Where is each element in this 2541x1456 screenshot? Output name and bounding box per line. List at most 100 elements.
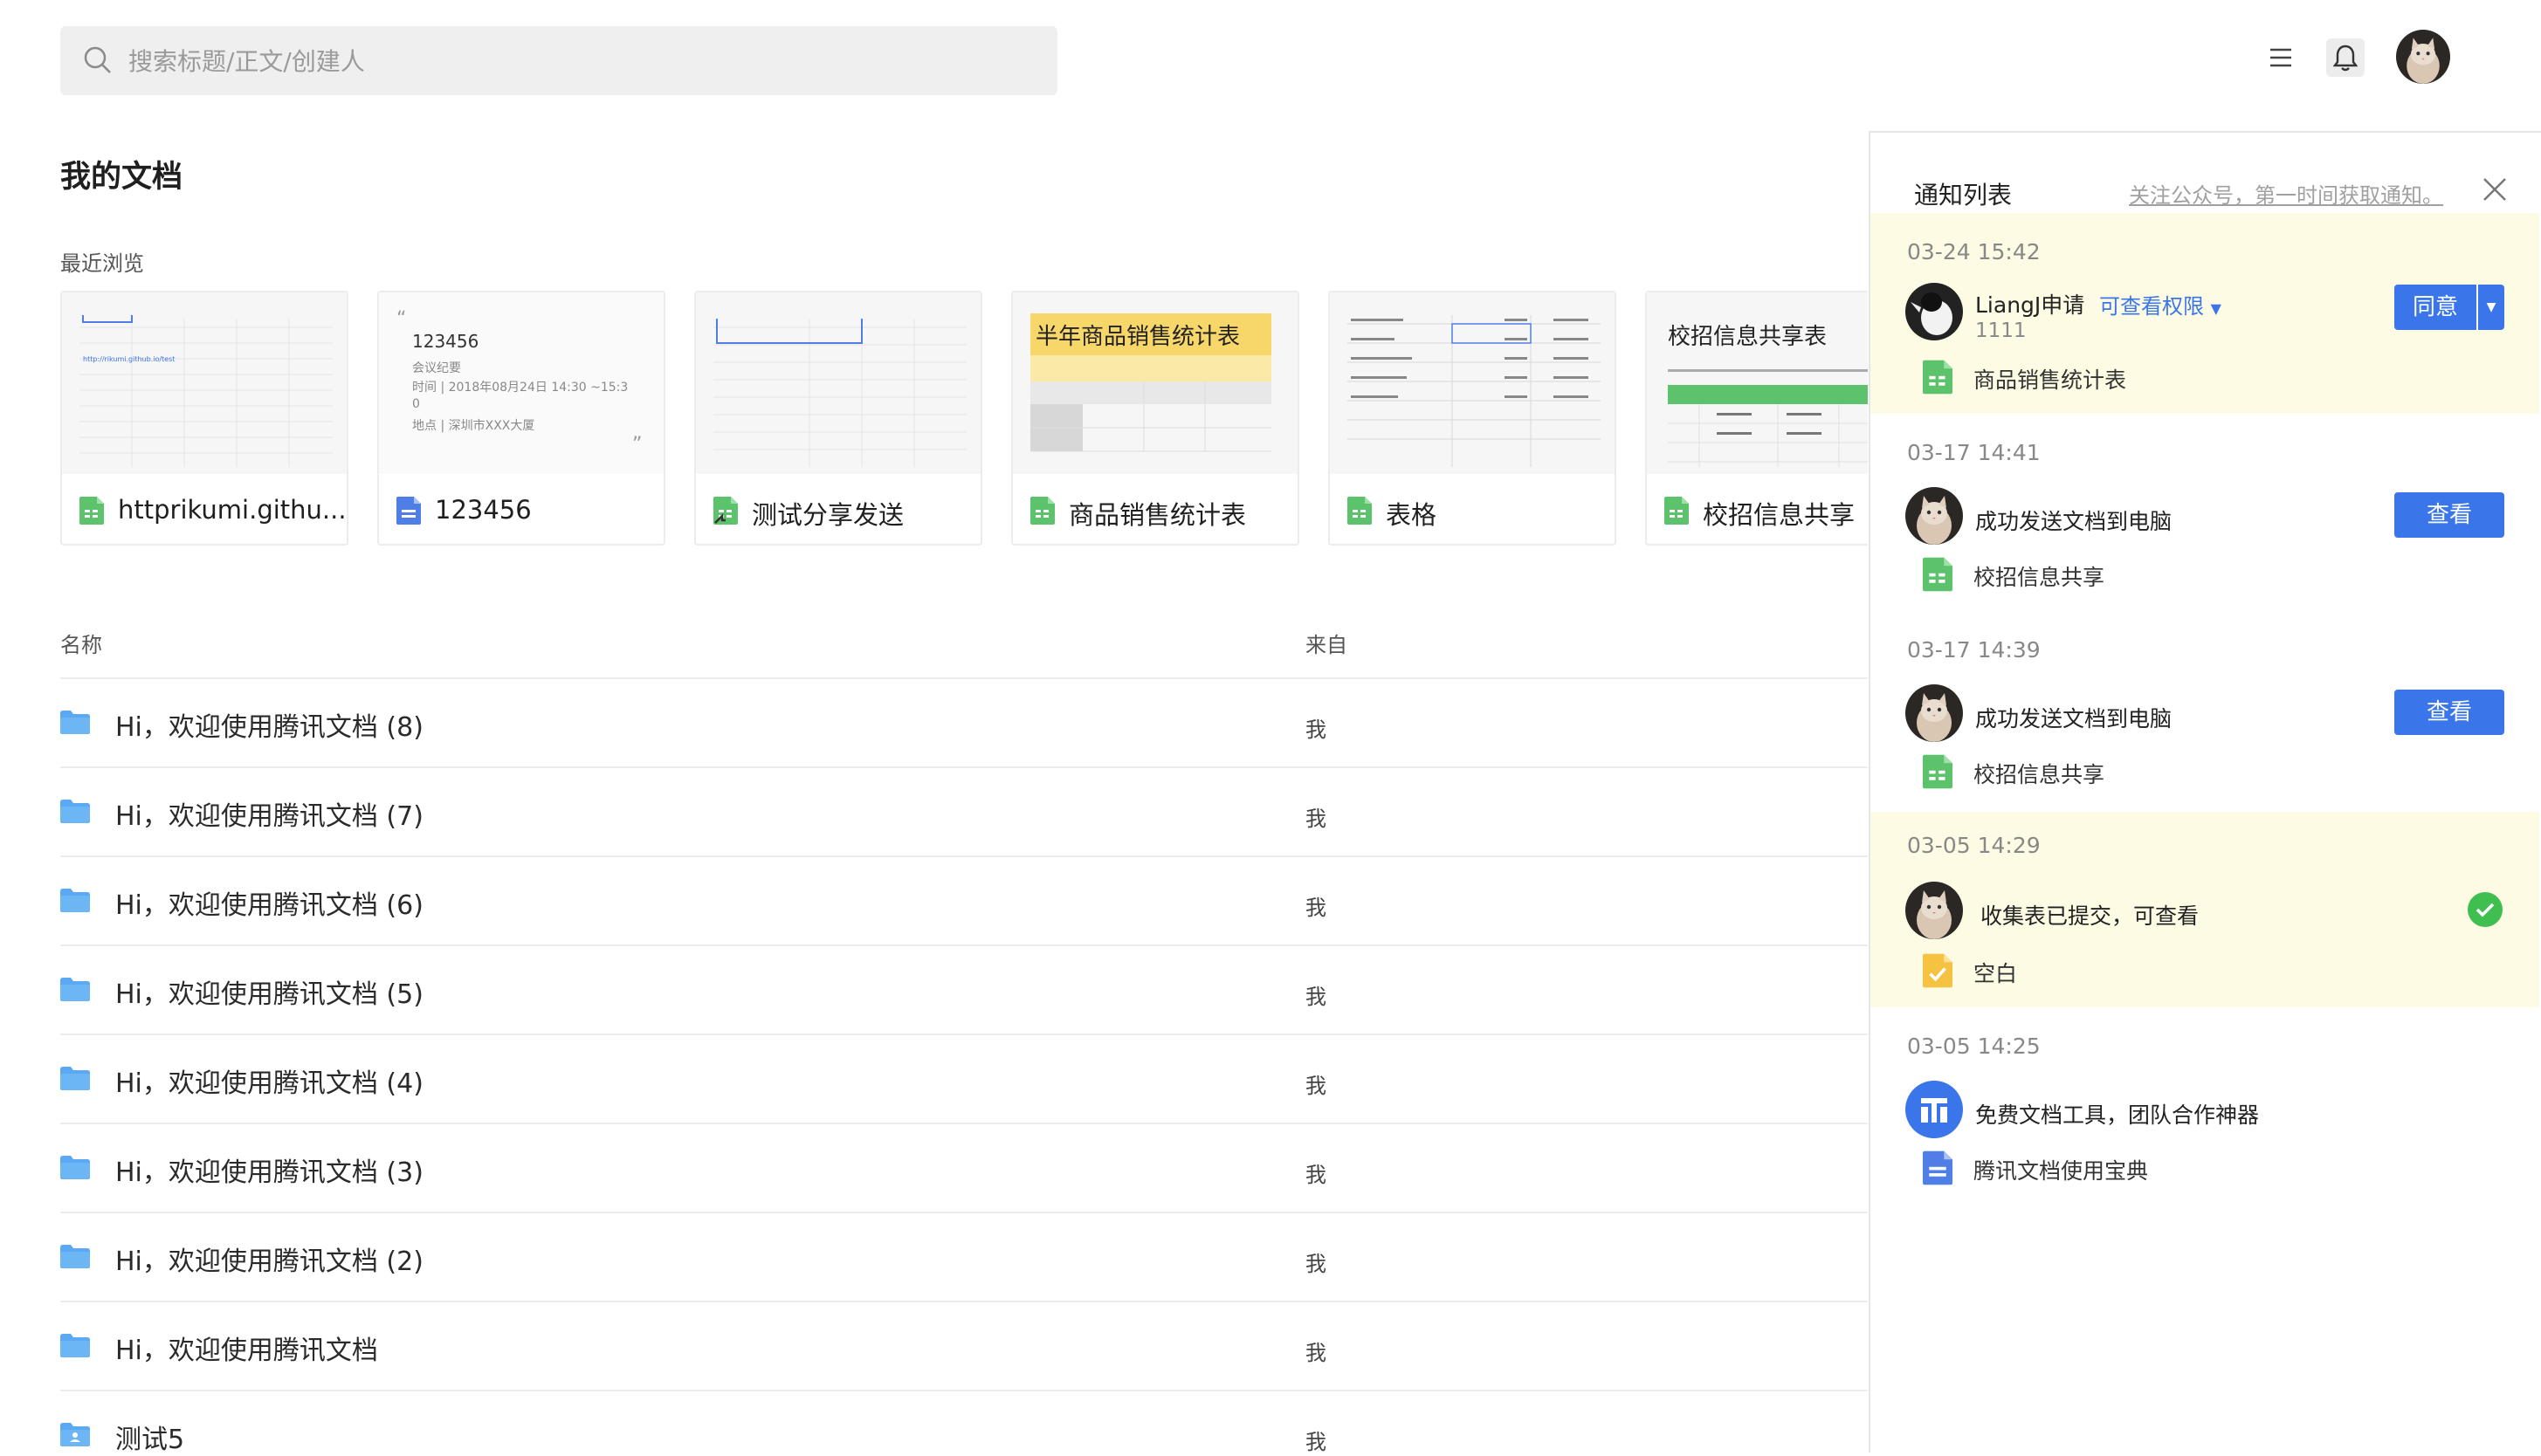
row-name: Hi，欢迎使用腾讯文档 (4) [115, 1068, 424, 1099]
notification-item[interactable]: 03-17 14:41 成功发送文档到电脑 校招信息共享 查看 [1870, 414, 2539, 611]
folder-icon [60, 800, 90, 823]
table-row[interactable]: Hi，欢迎使用腾讯文档 (2) 我 [60, 1212, 1868, 1302]
recent-card[interactable]: 校招信息共享表 校招信息共享 [1645, 291, 1868, 546]
notification-button[interactable] [2326, 38, 2365, 77]
notification-item[interactable]: 03-24 15:42 LiangJ申请 可查看权限 ▼ 1111 商品销售统计… [1870, 213, 2539, 414]
sheet-icon [1347, 497, 1372, 525]
user-avatar[interactable] [2396, 30, 2450, 84]
view-button[interactable]: 查看 [2394, 492, 2504, 538]
sheet-icon [1030, 497, 1055, 525]
table-row[interactable]: Hi，欢迎使用腾讯文档 (5) 我 [60, 944, 1868, 1035]
table-row[interactable]: 测试5 我 [60, 1390, 1868, 1455]
recent-card[interactable]: 表格 [1328, 291, 1616, 546]
notification-message: 成功发送文档到电脑 [1975, 509, 2173, 534]
row-from: 我 [1305, 896, 1326, 920]
notification-time: 03-05 14:25 [1907, 1034, 2041, 1059]
notification-doc-link[interactable]: 校招信息共享 [1973, 560, 2104, 592]
folder-icon [60, 1156, 90, 1179]
card-thumbnail [696, 292, 981, 474]
search-bar[interactable] [60, 26, 1057, 97]
notification-time: 03-24 15:42 [1907, 239, 2041, 264]
recent-label: 最近浏览 [60, 251, 144, 276]
cat-avatar-icon [1905, 487, 1963, 545]
recent-card[interactable]: 测试分享发送 [694, 291, 982, 546]
row-name: Hi，欢迎使用腾讯文档 (3) [115, 1157, 424, 1188]
user-avatar-small [1905, 882, 1963, 939]
col-header-from[interactable]: 来自 [1305, 628, 1347, 658]
card-title: 商品销售统计表 [1069, 500, 1247, 530]
follow-hint-link[interactable]: 关注公众号，第一时间获取通知。 [2129, 178, 2443, 209]
notification-message: 成功发送文档到电脑 [1975, 706, 2173, 731]
card-thumb-text: 123456 [412, 331, 479, 352]
check-circle-icon [2468, 892, 2503, 927]
card-thumbnail: “ 123456 会议纪要 时间 | 2018年08月24日 14:30 ~15… [379, 292, 664, 474]
row-from: 我 [1305, 718, 1326, 742]
recent-card[interactable]: 半年商品销售统计表 商品销售统计表 [1011, 291, 1299, 546]
doc-icon [396, 497, 421, 525]
notification-time: 03-05 14:29 [1907, 833, 2041, 858]
col-header-name[interactable]: 名称 [60, 628, 102, 658]
notification-doc-link[interactable]: 空白 [1973, 957, 2017, 988]
card-title: 测试分享发送 [752, 500, 905, 530]
close-icon[interactable] [2482, 176, 2508, 203]
shared-sheet-icon [713, 497, 738, 525]
table-row[interactable]: Hi，欢迎使用腾讯文档 (8) 我 [60, 677, 1868, 768]
notification-panel: 通知列表 关注公众号，第一时间获取通知。 03-24 15:42 LiangJ申… [1869, 131, 2541, 1453]
menu-icon[interactable] [2269, 45, 2293, 70]
table-row[interactable]: Hi，欢迎使用腾讯文档 我 [60, 1301, 1868, 1391]
row-name: Hi，欢迎使用腾讯文档 (7) [115, 801, 424, 832]
card-thumbnail: http://rikumi.github.io/test [62, 292, 347, 474]
notification-time: 03-17 14:41 [1907, 440, 2041, 465]
notification-doc-link[interactable]: 商品销售统计表 [1973, 363, 2126, 395]
row-from: 我 [1305, 1252, 1326, 1276]
table-row[interactable]: Hi，欢迎使用腾讯文档 (4) 我 [60, 1034, 1868, 1124]
recent-card[interactable]: “ 123456 会议纪要 时间 | 2018年08月24日 14:30 ~15… [377, 291, 665, 546]
card-thumb-text: 时间 | 2018年08月24日 14:30 ~15:3 [412, 381, 629, 395]
search-icon [84, 46, 111, 73]
card-thumb-text: 0 [412, 397, 420, 411]
search-input[interactable] [127, 26, 1038, 97]
view-button[interactable]: 查看 [2394, 690, 2504, 735]
notification-time: 03-17 14:39 [1907, 637, 2041, 663]
table-row[interactable]: Hi，欢迎使用腾讯文档 (3) 我 [60, 1123, 1868, 1213]
notification-item[interactable]: 03-05 14:25 免费文档工具，团队合作神器 腾讯文档使用宝典 [1870, 1007, 2539, 1208]
row-name: Hi，欢迎使用腾讯文档 (5) [115, 979, 424, 1010]
requester-avatar [1905, 283, 1963, 340]
card-title: 校招信息共享 [1703, 500, 1856, 530]
sheet-icon [1923, 557, 1952, 592]
recent-cards: http://rikumi.github.io/test httprikumi.… [60, 291, 1868, 549]
table-row[interactable]: Hi，欢迎使用腾讯文档 (7) 我 [60, 766, 1868, 857]
row-name: Hi，欢迎使用腾讯文档 [115, 1336, 378, 1366]
caret-down-icon: ▼ [2210, 300, 2221, 317]
user-avatar-small [1905, 487, 1963, 545]
folder-icon [60, 978, 90, 1001]
approve-button[interactable]: 同意 [2394, 285, 2476, 330]
row-from: 我 [1305, 985, 1326, 1009]
notification-subtext: 1111 [1975, 319, 2027, 342]
notification-item[interactable]: 03-17 14:39 成功发送文档到电脑 校招信息共享 查看 [1870, 611, 2539, 812]
row-from: 我 [1305, 1430, 1326, 1454]
notification-doc-link[interactable]: 腾讯文档使用宝典 [1973, 1154, 2148, 1185]
notification-item[interactable]: 03-05 14:29 收集表已提交，可查看 空白 [1870, 812, 2539, 1007]
tencent-docs-logo-icon [1921, 1098, 1947, 1123]
approve-dropdown-button[interactable]: ▼ [2478, 285, 2504, 330]
tencent-docs-avatar [1905, 1081, 1963, 1138]
notification-doc-link[interactable]: 校招信息共享 [1973, 758, 2104, 789]
shared-folder-icon [60, 1423, 90, 1446]
permission-dropdown[interactable]: 可查看权限 ▼ [2099, 289, 2221, 319]
sheet-icon [79, 497, 104, 525]
table-row[interactable]: Hi，欢迎使用腾讯文档 (6) 我 [60, 855, 1868, 946]
form-icon [1923, 953, 1952, 988]
row-name: 测试5 [115, 1425, 185, 1455]
card-thumb-text: 地点 | 深圳市XXX大厦 [412, 419, 535, 433]
sheet-icon [1664, 497, 1689, 525]
bell-icon [2333, 45, 2358, 72]
notification-message: 收集表已提交，可查看 [1980, 903, 2200, 929]
card-thumbnail [1330, 292, 1615, 474]
card-title: httprikumi.githu... [118, 495, 347, 525]
row-name: Hi，欢迎使用腾讯文档 (8) [115, 712, 424, 743]
row-name: Hi，欢迎使用腾讯文档 (2) [115, 1247, 424, 1277]
recent-card[interactable]: http://rikumi.github.io/test httprikumi.… [60, 291, 348, 546]
row-from: 我 [1305, 1163, 1326, 1187]
row-from: 我 [1305, 1341, 1326, 1365]
